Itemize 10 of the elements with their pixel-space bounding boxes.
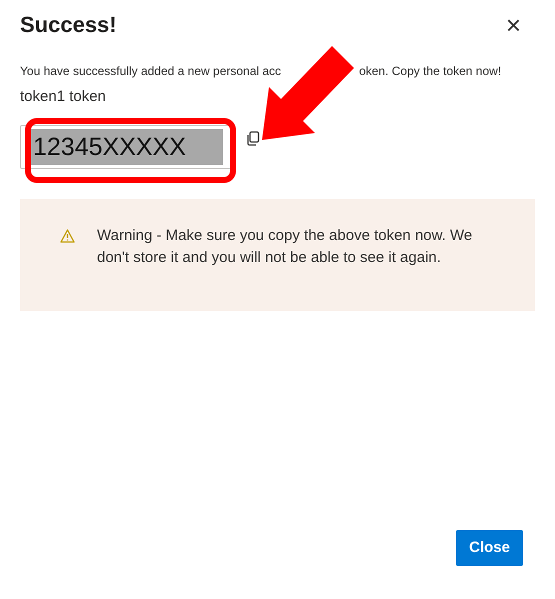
- warning-icon: [60, 228, 75, 243]
- message-text: You have successfully added a new personal acc: [20, 64, 282, 78]
- close-button[interactable]: ×: [502, 12, 525, 38]
- warning-text: Warning - Make sure you copy the above token now. We don't store it and you will not be able to see it again.: [97, 226, 474, 268]
- close-button[interactable]: Close: [456, 530, 523, 566]
- dialog-title: Success!: [20, 12, 117, 38]
- message-text: oken. Copy the token now!: [359, 64, 502, 78]
- token-field[interactable]: 12345XXXXX: [20, 124, 232, 169]
- copy-icon: [246, 131, 260, 146]
- field-label: token1 token: [20, 87, 107, 108]
